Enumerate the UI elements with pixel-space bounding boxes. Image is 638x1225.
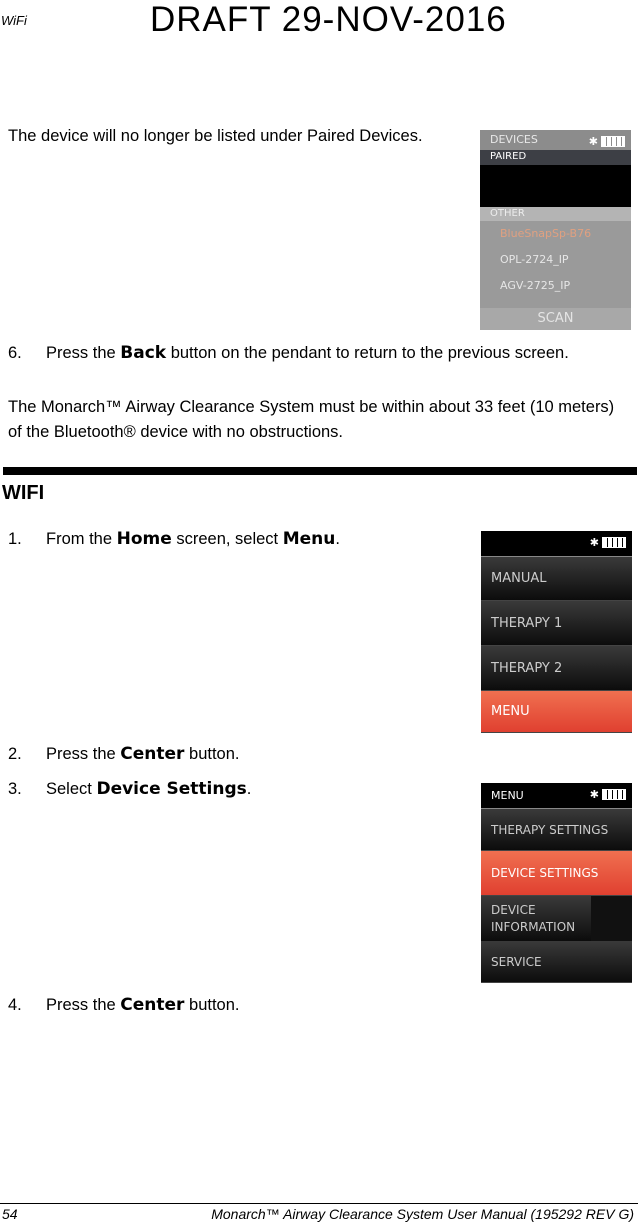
- devices-title-bar: DEVICES ✱: [480, 130, 631, 150]
- step-4: 4. Press the Center button.: [8, 993, 240, 1018]
- step-text: Press the: [46, 344, 121, 362]
- home-item-therapy-1: THERAPY 1: [481, 601, 632, 646]
- paired-list-empty: [480, 165, 631, 207]
- menu-title: MENU: [491, 789, 524, 802]
- step-number: 3.: [8, 780, 22, 798]
- footer-divider: [0, 1203, 638, 1204]
- devices-title: DEVICES: [490, 133, 538, 146]
- paired-header: PAIRED: [480, 150, 631, 165]
- other-header: OTHER: [480, 207, 631, 221]
- step-text: button.: [184, 745, 240, 763]
- step-number: 6.: [8, 344, 22, 362]
- menu-title-bar: MENU ✱: [481, 783, 632, 809]
- step-text: Press the: [46, 745, 121, 763]
- menu-item-therapy-settings: THERAPY SETTINGS: [481, 809, 632, 851]
- device-item: AGV-2725_IP: [500, 279, 571, 292]
- step-2: 2. Press the Center button.: [8, 742, 240, 767]
- button-name: Center: [120, 995, 185, 1015]
- page-number: 54: [2, 1206, 18, 1222]
- section-header: WiFi: [1, 13, 27, 28]
- battery-icon: [602, 789, 626, 800]
- home-screen-image: ✱ MANUAL THERAPY 1 THERAPY 2 MENU: [481, 531, 632, 733]
- bluetooth-icon: ✱: [589, 788, 599, 801]
- screen-name: Home: [116, 529, 172, 549]
- step-number: 2.: [8, 745, 22, 763]
- step-text: .: [335, 530, 340, 548]
- battery-icon: [602, 537, 626, 548]
- menu-item-device-settings: DEVICE SETTINGS: [481, 851, 632, 896]
- home-item-manual: MANUAL: [481, 557, 632, 601]
- step-text: From the: [46, 530, 117, 548]
- bluetooth-icon: ✱: [588, 135, 598, 148]
- menu-item-name: Device Settings: [96, 779, 247, 799]
- bluetooth-icon: ✱: [589, 536, 599, 549]
- battery-icon: [601, 136, 625, 147]
- intro-text: The device will no longer be listed unde…: [8, 127, 423, 145]
- menu-item-device-information: DEVICE INFORMATION: [481, 896, 591, 941]
- home-item-therapy-2: THERAPY 2: [481, 646, 632, 691]
- section-divider: [3, 467, 637, 475]
- step-text: screen, select: [171, 530, 283, 548]
- footer-title: Monarch™ Airway Clearance System User Ma…: [211, 1206, 634, 1222]
- menu-name: Menu: [282, 529, 336, 549]
- step-text: Select: [46, 780, 97, 798]
- button-name: Back: [120, 343, 167, 363]
- step-number: 1.: [8, 530, 22, 548]
- scan-button: SCAN: [480, 308, 631, 330]
- step-text: Press the: [46, 996, 121, 1014]
- menu-item-service: SERVICE: [481, 941, 632, 983]
- step-6: 6. Press the Back button on the pendant t…: [8, 341, 608, 366]
- wifi-heading: WIFI: [2, 482, 45, 504]
- step-3: 3. Select Device Settings.: [8, 777, 251, 802]
- devices-screen-image: DEVICES ✱ PAIRED OTHER BlueSnapSp-B76 OP…: [480, 130, 631, 330]
- range-note: The Monarch™ Airway Clearance System mus…: [8, 398, 615, 441]
- device-item: BlueSnapSp-B76: [500, 227, 592, 240]
- step-text: button on the pendant to return to the p…: [166, 344, 569, 362]
- home-item-menu: MENU: [481, 691, 632, 733]
- home-title-bar: ✱: [481, 531, 632, 557]
- step-text: button.: [184, 996, 240, 1014]
- menu-screen-image: MENU ✱ THERAPY SETTINGS DEVICE SETTINGS D…: [481, 783, 632, 983]
- button-name: Center: [120, 744, 185, 764]
- step-text: .: [246, 780, 252, 798]
- step-1: 1. From the Home screen, select Menu.: [8, 527, 340, 552]
- manual-page: WiFi DRAFT 29-NOV-2016 The device will n…: [0, 0, 638, 1225]
- step-number: 4.: [8, 996, 22, 1014]
- draft-watermark: DRAFT 29-NOV-2016: [150, 0, 507, 39]
- device-item: OPL-2724_IP: [500, 253, 569, 266]
